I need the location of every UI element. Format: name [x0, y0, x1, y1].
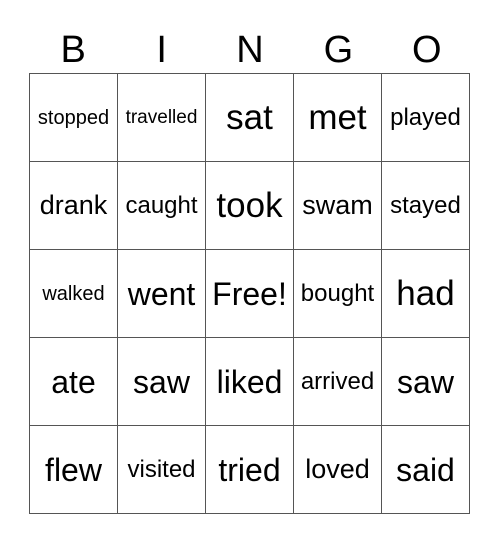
- header-letter-n: N: [236, 29, 264, 71]
- card-cell: took: [205, 161, 294, 250]
- card-cell: loved: [293, 425, 382, 514]
- card-row: stopped travelled sat met played: [29, 73, 470, 162]
- bingo-card: stopped travelled sat met played drank c…: [29, 73, 470, 514]
- card-cell: stopped: [29, 73, 118, 162]
- card-cell: caught: [117, 161, 206, 250]
- card-cell: said: [381, 425, 470, 514]
- card-cell: sat: [205, 73, 294, 162]
- card-cell: walked: [29, 249, 118, 338]
- card-cell: bought: [293, 249, 382, 338]
- card-cell: stayed: [381, 161, 470, 250]
- card-cell: met: [293, 73, 382, 162]
- card-cell: ate: [29, 337, 118, 426]
- card-cell: liked: [205, 337, 294, 426]
- card-cell: swam: [293, 161, 382, 250]
- bingo-header: B I N G O: [29, 28, 471, 73]
- card-cell: saw: [117, 337, 206, 426]
- card-row: ate saw liked arrived saw: [29, 337, 470, 426]
- card-row: drank caught took swam stayed: [29, 161, 470, 250]
- card-cell: had: [381, 249, 470, 338]
- card-row: walked went Free! bought had: [29, 249, 470, 338]
- header-letter-i: I: [156, 29, 167, 71]
- card-cell: visited: [117, 425, 206, 514]
- card-cell: went: [117, 249, 206, 338]
- header-letter-o: O: [412, 29, 442, 71]
- header-letter-b: B: [60, 29, 86, 71]
- card-row: flew visited tried loved said: [29, 425, 470, 514]
- card-cell: saw: [381, 337, 470, 426]
- card-cell: flew: [29, 425, 118, 514]
- card-cell: arrived: [293, 337, 382, 426]
- header-letter-g: G: [323, 29, 354, 71]
- card-cell: travelled: [117, 73, 206, 162]
- card-cell-free: Free!: [205, 249, 294, 338]
- card-cell: tried: [205, 425, 294, 514]
- card-cell: played: [381, 73, 470, 162]
- card-cell: drank: [29, 161, 118, 250]
